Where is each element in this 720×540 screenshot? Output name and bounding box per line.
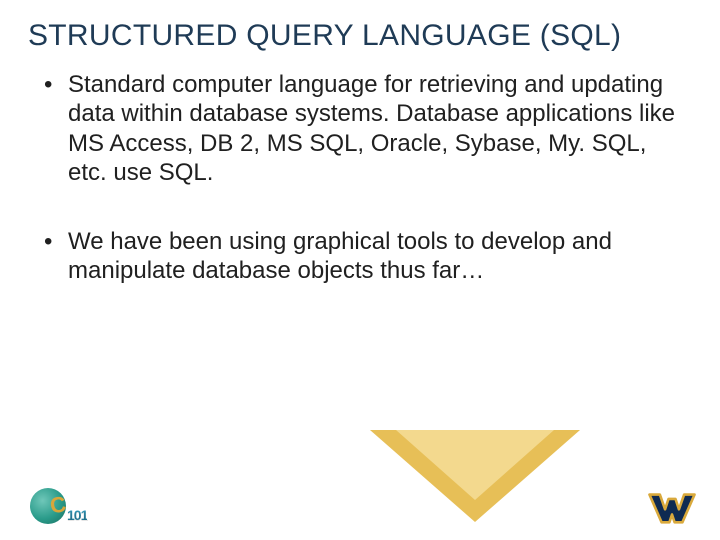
- bullet-list: Standard computer language for retrievin…: [40, 70, 680, 286]
- bullet-item: Standard computer language for retrievin…: [40, 70, 680, 187]
- footer: 101: [0, 478, 720, 540]
- course-101-logo-icon: 101: [30, 488, 102, 528]
- slide: { "title": "STRUCTURED QUERY LANGUAGE (S…: [0, 0, 720, 540]
- wvu-flying-wv-logo-icon: [646, 488, 698, 528]
- slide-title: STRUCTURED QUERY LANGUAGE (SQL): [0, 0, 720, 64]
- logo-101-text: 101: [67, 507, 87, 523]
- chevron-decoration-icon: [370, 430, 580, 540]
- globe-icon: [30, 488, 66, 524]
- bullet-item: We have been using graphical tools to de…: [40, 227, 680, 286]
- slide-body: Standard computer language for retrievin…: [0, 64, 720, 286]
